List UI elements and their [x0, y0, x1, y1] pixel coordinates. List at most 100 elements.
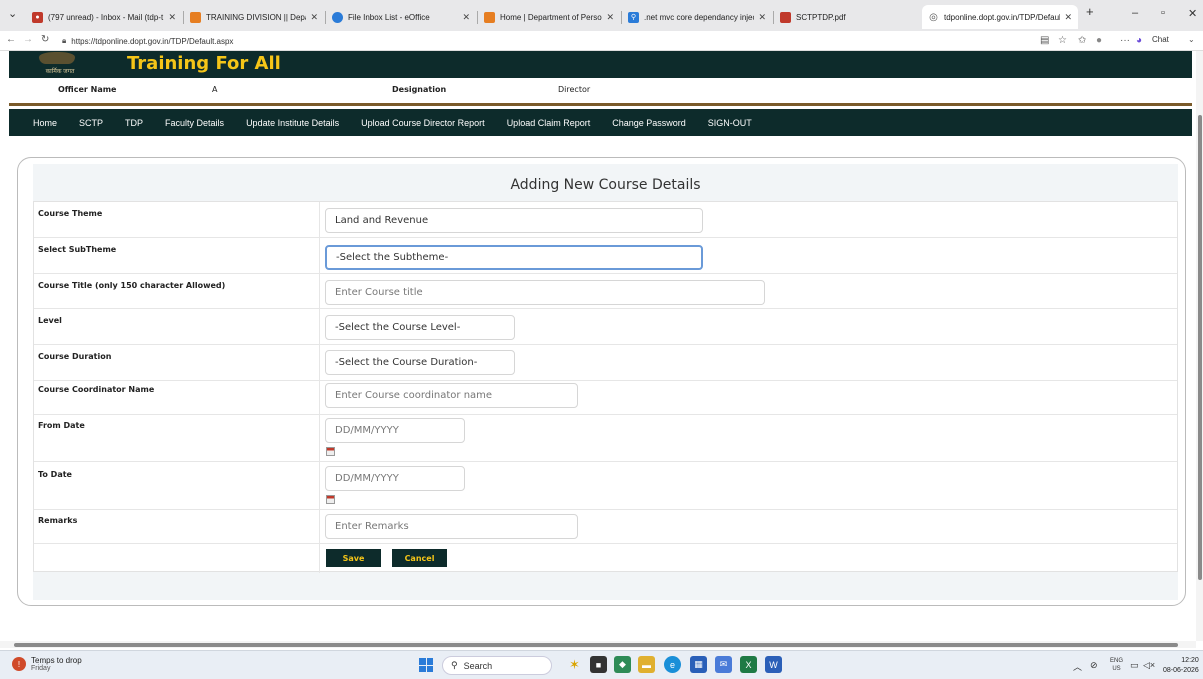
- new-tab-plus-icon[interactable]: +: [1086, 4, 1094, 19]
- tab-list-chevron-icon[interactable]: ⌄: [8, 7, 17, 20]
- calendar-icon[interactable]: [326, 447, 335, 456]
- close-icon[interactable]: ✕: [1064, 12, 1072, 23]
- weather-day: Friday: [31, 665, 51, 672]
- chat-label[interactable]: Chat: [1152, 35, 1169, 44]
- level-select[interactable]: -Select the Course Level-: [325, 315, 515, 340]
- clock-date: 08-06-2026: [1163, 667, 1199, 674]
- tab-sctptdp-pdf[interactable]: SCTPTDP.pdf: [774, 5, 922, 29]
- forward-arrow-icon[interactable]: →: [23, 34, 33, 45]
- more-menu-icon[interactable]: ···: [1120, 35, 1130, 46]
- nav-sign-out[interactable]: SIGN-OUT: [708, 118, 752, 128]
- tray-chevron-icon[interactable]: ︿: [1073, 660, 1082, 673]
- remarks-input[interactable]: Enter Remarks: [325, 514, 578, 539]
- favorites-list-icon[interactable]: ✩: [1078, 35, 1086, 46]
- row-to-date: To Date DD/MM/YYYY: [34, 462, 1177, 510]
- excel-icon[interactable]: X: [740, 656, 757, 673]
- profile-avatar-icon[interactable]: ●: [1096, 35, 1102, 46]
- course-title-input[interactable]: Enter Course title: [325, 280, 765, 305]
- from-date-input[interactable]: DD/MM/YYYY: [325, 418, 465, 443]
- level-label: Level: [38, 316, 62, 325]
- close-icon[interactable]: ✕: [758, 12, 766, 23]
- close-icon[interactable]: ✕: [606, 12, 614, 23]
- mail-icon: ●: [32, 11, 43, 23]
- network-icon[interactable]: ⊘: [1090, 660, 1098, 671]
- subtheme-select[interactable]: -Select the Subtheme-: [325, 245, 703, 270]
- search-label: Search: [463, 660, 493, 671]
- copilot-icon[interactable]: ◕: [1136, 35, 1142, 46]
- restore-icon[interactable]: ▫: [1161, 7, 1165, 19]
- row-course-theme: Course Theme Land and Revenue: [34, 202, 1177, 238]
- system-clock[interactable]: 12:20 08-06-2026: [1163, 656, 1199, 676]
- course-theme-select[interactable]: Land and Revenue: [325, 208, 703, 233]
- taskbar-search[interactable]: ⚲ Search: [442, 656, 552, 675]
- reload-icon[interactable]: ↻: [41, 34, 49, 45]
- terminal-icon[interactable]: ■: [590, 656, 607, 673]
- minimize-icon[interactable]: –: [1132, 7, 1138, 19]
- to-date-input[interactable]: DD/MM/YYYY: [325, 466, 465, 491]
- flag-icon: [190, 11, 201, 23]
- reader-view-icon[interactable]: ▤: [1040, 35, 1049, 46]
- site-title: Training For All: [127, 53, 281, 74]
- logo-text: कार्मिक जगत: [45, 69, 75, 75]
- weather-widget[interactable]: ! Temps to drop Friday: [12, 656, 82, 672]
- row-from-date: From Date DD/MM/YYYY: [34, 415, 1177, 462]
- globe-icon: ◎: [929, 11, 938, 23]
- app-grid-icon[interactable]: ▦: [690, 656, 707, 673]
- designation-label: Designation: [392, 85, 447, 94]
- address-bar: ← → ↻ 🔒︎ https://tdponline.dopt.gov.in/T…: [0, 31, 1203, 51]
- emblem-icon: [39, 52, 75, 64]
- nav-sctp[interactable]: SCTP: [79, 118, 103, 128]
- save-button[interactable]: Save: [326, 549, 381, 567]
- tab-training-division[interactable]: TRAINING DIVISION || Departmen ✕: [184, 5, 324, 29]
- course-theme-label: Course Theme: [38, 209, 103, 218]
- back-arrow-icon[interactable]: ←: [6, 34, 16, 45]
- window-close-icon[interactable]: ✕: [1188, 7, 1197, 20]
- nav-faculty-details[interactable]: Faculty Details: [165, 118, 224, 128]
- clock-time: 12:20: [1181, 657, 1199, 664]
- tab-title: .net mvc core dependancy injectio: [644, 12, 755, 22]
- coordinator-input[interactable]: Enter Course coordinator name: [325, 383, 578, 408]
- chat-chevron-icon[interactable]: ⌄: [1188, 35, 1195, 44]
- store-icon[interactable]: ◆: [614, 656, 631, 673]
- row-subtheme: Select SubTheme -Select the Subtheme-: [34, 238, 1177, 274]
- nav-upload-claim-report[interactable]: Upload Claim Report: [507, 118, 591, 128]
- tab-title: Home | Department of Personnel: [500, 12, 602, 22]
- officer-info-bar: Officer Name A Designation Director: [9, 78, 1192, 106]
- word-icon[interactable]: W: [765, 656, 782, 673]
- duration-select[interactable]: -Select the Course Duration-: [325, 350, 515, 375]
- favorite-star-icon[interactable]: ☆: [1058, 35, 1067, 46]
- close-icon[interactable]: ✕: [462, 12, 470, 23]
- nav-upload-course-director-report[interactable]: Upload Course Director Report: [361, 118, 485, 128]
- close-icon[interactable]: ✕: [168, 12, 176, 23]
- tab-department-personnel[interactable]: Home | Department of Personnel ✕: [478, 5, 620, 29]
- cancel-button[interactable]: Cancel: [392, 549, 447, 567]
- site-logo: कार्मिक जगत: [17, 51, 103, 78]
- taskbar-app-icon[interactable]: ✶: [566, 656, 583, 673]
- tab-tdponline-active[interactable]: ◎ tdponline.dopt.gov.in/TDP/Defaul ✕: [922, 5, 1078, 29]
- close-icon[interactable]: ✕: [310, 12, 318, 23]
- row-remarks: Remarks Enter Remarks: [34, 510, 1177, 544]
- row-duration: Course Duration -Select the Course Durat…: [34, 345, 1177, 381]
- edge-browser-icon[interactable]: e: [664, 656, 681, 673]
- calendar-icon[interactable]: [326, 495, 335, 504]
- display-icon[interactable]: ▭: [1130, 660, 1139, 671]
- windows-start-icon[interactable]: [419, 658, 433, 672]
- nav-tdp[interactable]: TDP: [125, 118, 143, 128]
- language-indicator[interactable]: ENG US: [1110, 657, 1123, 673]
- vertical-scroll-thumb[interactable]: [1198, 115, 1202, 580]
- tab-net-mvc-search[interactable]: ⚲ .net mvc core dependancy injectio ✕: [622, 5, 772, 29]
- volume-icon[interactable]: ◁×: [1143, 660, 1155, 671]
- browser-tab-strip: ⌄ ● (797 unread) - Inbox - Mail (tdp-t ✕…: [0, 0, 1203, 31]
- nav-change-password[interactable]: Change Password: [612, 118, 686, 128]
- nav-update-institute-details[interactable]: Update Institute Details: [246, 118, 339, 128]
- main-nav-menu: Home SCTP TDP Faculty Details Update Ins…: [9, 109, 1192, 136]
- tab-mail[interactable]: ● (797 unread) - Inbox - Mail (tdp-t ✕: [26, 5, 182, 29]
- to-date-label: To Date: [38, 470, 72, 479]
- mail-app-icon[interactable]: ✉: [715, 656, 732, 673]
- nav-home[interactable]: Home: [33, 118, 57, 128]
- url-field[interactable]: 🔒︎ https://tdponline.dopt.gov.in/TDP/Def…: [62, 34, 1028, 48]
- folder-icon[interactable]: ▬: [638, 656, 655, 673]
- horizontal-scroll-thumb[interactable]: [14, 643, 1178, 647]
- site-header: कार्मिक जगत Training For All: [9, 51, 1192, 78]
- tab-eoffice[interactable]: File Inbox List - eOffice ✕: [326, 5, 476, 29]
